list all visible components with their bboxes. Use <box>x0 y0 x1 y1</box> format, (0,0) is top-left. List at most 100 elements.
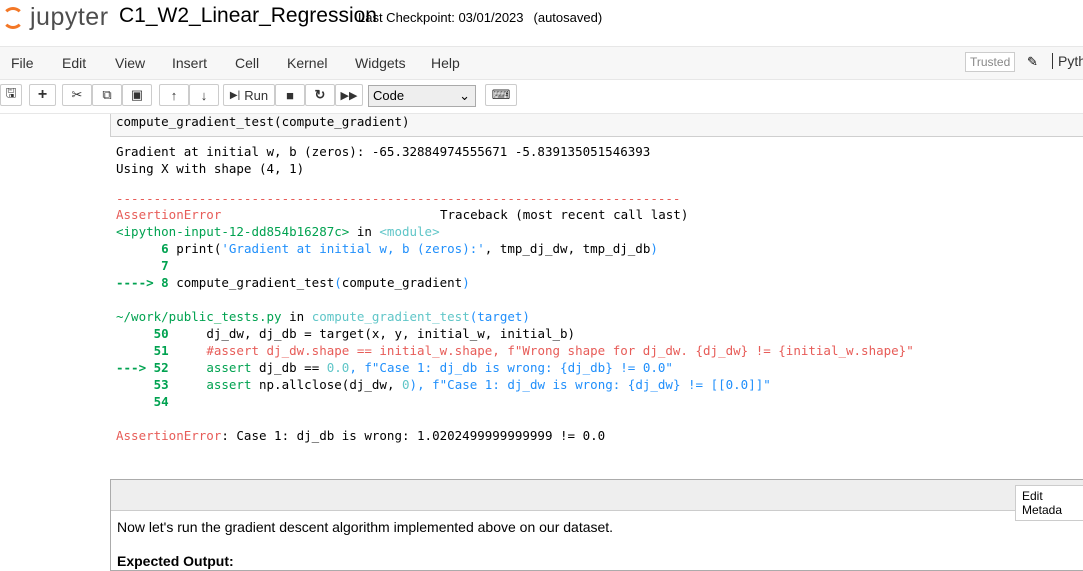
traceback-location: ~/work/public_tests.py in compute_gradie… <box>116 308 530 325</box>
copy-icon: ⧉ <box>102 87 112 102</box>
in-keyword: in <box>281 309 312 324</box>
fast-forward-icon: ▶▶ <box>340 89 358 102</box>
cut-button[interactable]: ✂ <box>62 84 92 106</box>
menu-edit[interactable]: Edit <box>62 55 86 71</box>
autosave-status: (autosaved) <box>533 10 603 25</box>
jupyter-logo[interactable]: jupyter <box>2 3 109 32</box>
checkpoint-text: Last Checkpoint: 03/01/2023 <box>358 10 524 25</box>
paste-icon: ▣ <box>130 87 144 102</box>
line-arrow: ----> 8 <box>116 275 177 290</box>
menu-kernel[interactable]: Kernel <box>287 55 327 71</box>
menubar: File Edit View Insert Cell Kernel Widget… <box>0 46 1083 80</box>
code-text: compute_gradient_test <box>176 275 335 290</box>
traceback-line: 53 assert np.allclose(dj_dw, 0), f"Case … <box>116 376 771 393</box>
markdown-heading: Expected Output: <box>117 553 234 569</box>
insert-cell-button[interactable]: + <box>29 84 56 106</box>
code-text: print( <box>176 241 222 256</box>
trusted-indicator[interactable]: Trusted <box>965 52 1016 72</box>
error-name: AssertionError <box>116 428 222 443</box>
traceback-divider: ----------------------------------------… <box>116 191 681 206</box>
string-literal: , f"Case 1: dj_db is wrong: {dj_db} != 0… <box>349 360 673 375</box>
run-all-button[interactable]: ▶▶ <box>335 84 363 106</box>
markdown-cell[interactable]: Edit Metada Now let's run the gradient d… <box>110 479 1083 571</box>
line-number: 53 <box>116 377 177 392</box>
traceback-line: ---> 52 assert dj_db == 0.0, f"Case 1: d… <box>116 359 673 376</box>
number-literal: 0 <box>394 377 410 392</box>
in-keyword: in <box>349 224 380 239</box>
function-ref: compute_gradient_test <box>311 309 470 324</box>
traceback-header: AssertionError Traceback (most recent cal… <box>116 206 688 223</box>
notebook-name[interactable]: C1_W2_Linear_Regression <box>119 4 377 28</box>
menu-view[interactable]: View <box>115 55 145 71</box>
interrupt-button[interactable]: ■ <box>275 84 305 106</box>
code-input-text[interactable]: compute_gradient_test(compute_gradient) <box>116 113 410 130</box>
plus-icon: + <box>37 86 48 103</box>
scissors-icon: ✂ <box>71 87 83 102</box>
code-text: ) <box>462 275 470 290</box>
code-text: dj_db == <box>251 360 320 375</box>
chevron-down-icon: ⌄ <box>459 88 470 103</box>
jupyter-logo-icon <box>2 6 24 29</box>
code-text: dj_dw, dj_db = target(x, y, initial_w, i… <box>176 326 576 341</box>
keyword: assert <box>176 360 252 375</box>
menu-widgets[interactable]: Widgets <box>355 55 406 71</box>
move-down-button[interactable]: ↓ <box>189 84 219 106</box>
line-number: 6 <box>116 241 177 256</box>
code-text: np.allclose(dj_dw, <box>251 377 395 392</box>
cell-type-select[interactable]: Code ⌄ <box>368 85 476 107</box>
traceback-line: ----> 8 compute_gradient_test(compute_gr… <box>116 274 470 291</box>
line-number: 54 <box>116 394 169 409</box>
cell-type-value: Code <box>373 88 405 103</box>
menu-insert[interactable]: Insert <box>172 55 207 71</box>
string-literal: ), f"Case 1: dj_dw is wrong: {dj_dw} != … <box>409 377 771 392</box>
string-literal: 'Gradient at initial w, b (zeros):' <box>221 241 485 256</box>
line-number: 50 <box>116 326 177 341</box>
save-button[interactable]: 🖫 <box>0 84 22 106</box>
step-forward-icon: ▶| <box>229 89 241 101</box>
keyboard-icon: ⌨ <box>491 87 511 102</box>
output-line: Using X with shape (4, 1) <box>116 161 305 176</box>
traceback-line: 50 dj_dw, dj_db = target(x, y, initial_w… <box>116 325 575 342</box>
code-text: , tmp_dj_dw, tmp_dj_db <box>484 241 651 256</box>
traceback-label: Traceback (most recent call last) <box>440 207 689 222</box>
error-name: AssertionError <box>116 207 222 222</box>
code-text: ( <box>334 275 342 290</box>
header: jupyter C1_W2_Linear_Regression Last Che… <box>0 0 1083 46</box>
move-up-button[interactable]: ↑ <box>159 84 189 106</box>
traceback-line: 51 #assert dj_dw.shape == initial_w.shap… <box>116 342 914 359</box>
error-message: AssertionError: Case 1: dj_db is wrong: … <box>116 427 605 444</box>
arrow-up-icon: ↑ <box>170 87 178 103</box>
line-number: ---> 52 <box>116 360 177 375</box>
line-number: 7 <box>116 258 169 273</box>
menu-file[interactable]: File <box>11 55 34 71</box>
arrow-down-icon: ↓ <box>200 87 208 103</box>
command-palette-button[interactable]: ⌨ <box>485 84 517 106</box>
menu-help[interactable]: Help <box>431 55 460 71</box>
checkpoint-status: Last Checkpoint: 03/01/2023 (autosaved) <box>358 10 602 25</box>
menu-cell[interactable]: Cell <box>235 55 259 71</box>
module-ref: <module> <box>379 224 440 239</box>
file-path: ~/work/public_tests.py <box>116 309 282 324</box>
copy-button[interactable]: ⧉ <box>92 84 122 106</box>
run-label: Run <box>244 87 269 103</box>
number-literal: 0.0 <box>319 360 350 375</box>
output-line: Gradient at initial w, b (zeros): -65.32… <box>116 144 651 159</box>
comment-text: #assert dj_dw.shape == initial_w.shape, … <box>176 343 914 358</box>
toolbar: 🖫 + ✂ ⧉ ▣ ↑ ↓ ▶| Run ■ ↻ ▶▶ Code ⌄ ⌨ <box>0 80 1083 112</box>
markdown-text: Now let's run the gradient descent algor… <box>117 519 614 535</box>
input-ref: <ipython-input-12-dd854b16287c> <box>116 224 350 239</box>
stop-icon: ■ <box>286 87 294 103</box>
restart-button[interactable]: ↻ <box>305 84 335 106</box>
line-number: 51 <box>116 343 177 358</box>
notebook-area: compute_gradient_test(compute_gradient) … <box>0 113 1083 571</box>
edit-metadata-button[interactable]: Edit Metada <box>1015 485 1083 521</box>
pencil-icon[interactable]: ✎ <box>1027 54 1038 70</box>
paste-button[interactable]: ▣ <box>122 84 152 106</box>
kernel-name[interactable]: Pyth <box>1052 53 1083 69</box>
refresh-icon: ↻ <box>314 87 326 102</box>
code-text: compute_gradient <box>341 275 463 290</box>
traceback-line: 6 print('Gradient at initial w, b (zeros… <box>116 240 658 257</box>
run-button[interactable]: ▶| Run <box>223 84 275 106</box>
keyword: assert <box>176 377 252 392</box>
cell-toolbar: Edit Metada <box>111 480 1083 521</box>
